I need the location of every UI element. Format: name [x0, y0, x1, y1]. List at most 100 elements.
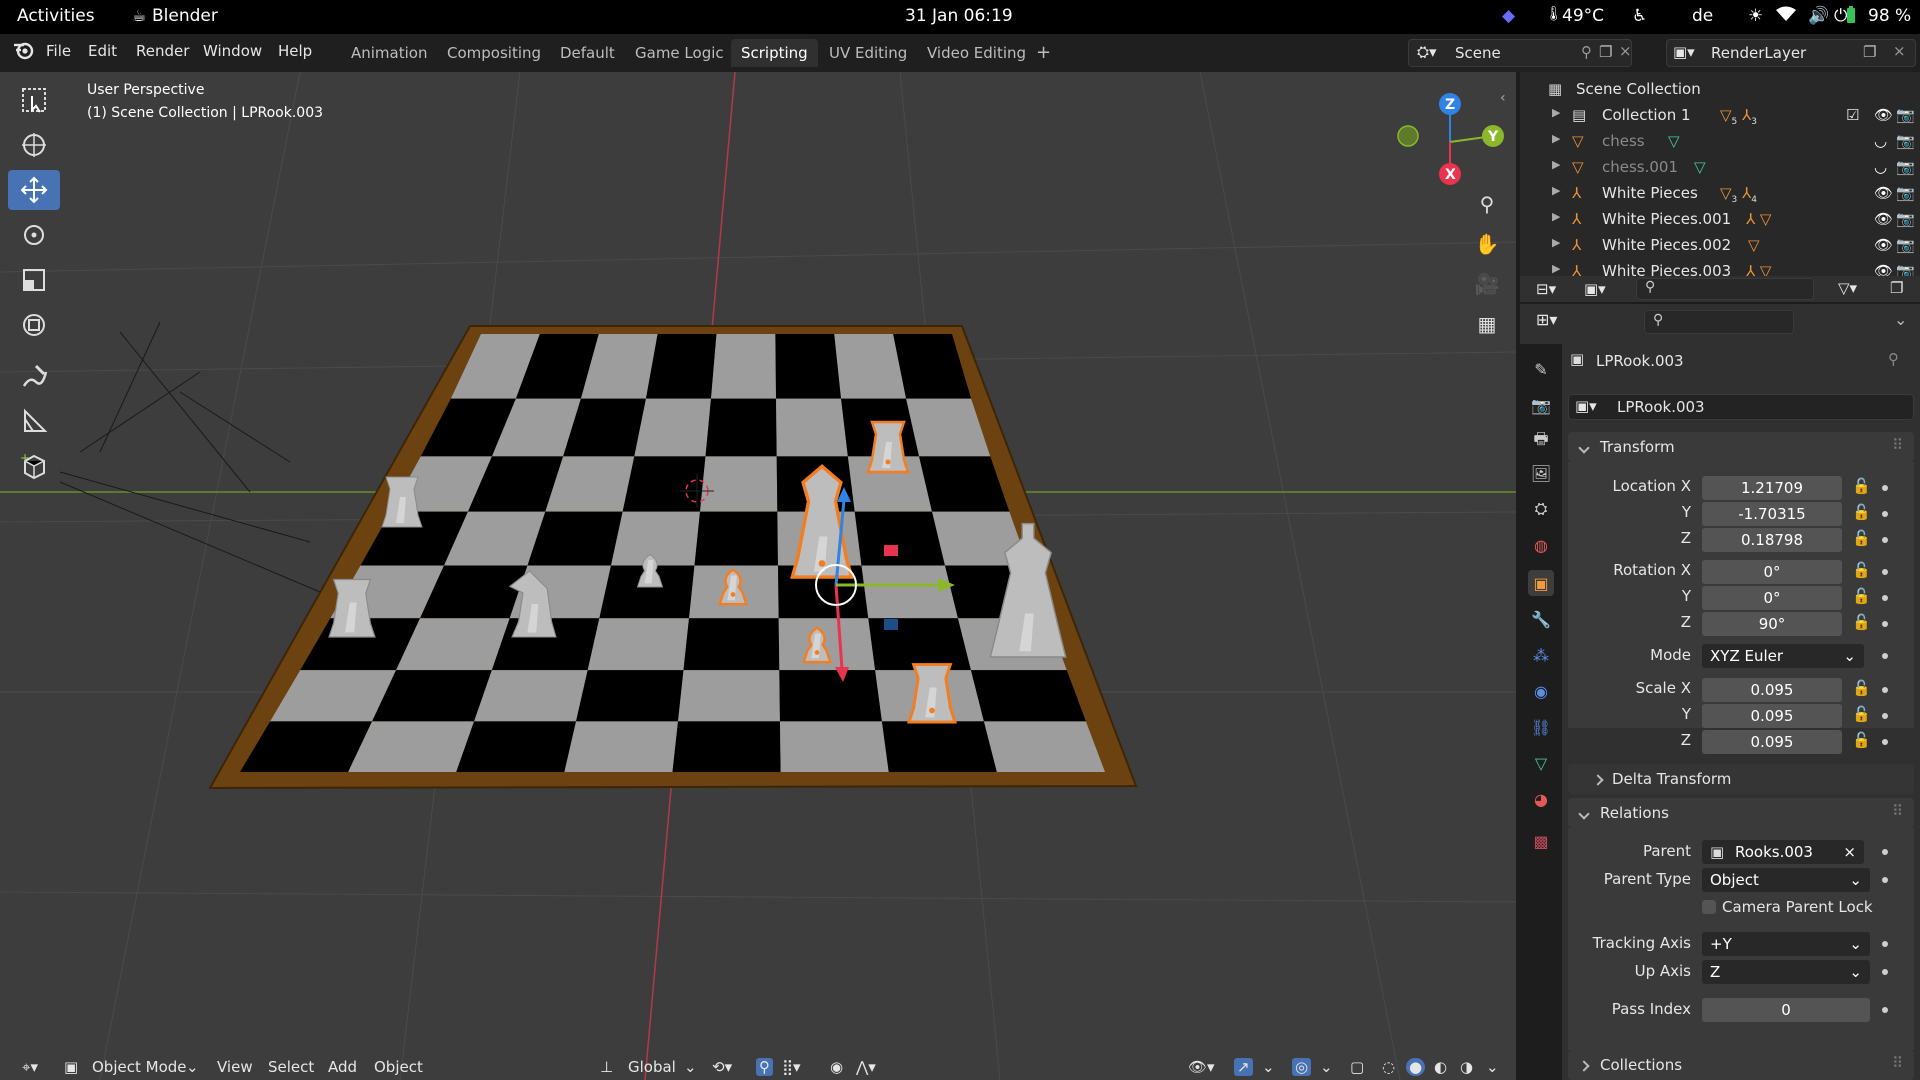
battery-icon[interactable]	[1846, 6, 1856, 29]
visibility-eye-icon[interactable]: 👁	[1874, 184, 1893, 202]
visibility-eye-icon[interactable]: 👁	[1874, 210, 1893, 228]
keyframe-dot[interactable]	[1882, 569, 1888, 575]
tray-app-icon[interactable]: ◆	[1502, 6, 1515, 26]
shading-solid-icon[interactable]: ●	[1406, 1058, 1426, 1076]
menu-add[interactable]: Add	[328, 1058, 357, 1076]
outliner-search-input[interactable]: ⚲	[1636, 278, 1814, 300]
outliner-row-label[interactable]: chess	[1602, 132, 1645, 150]
drag-handle-icon[interactable]: ⠿	[1892, 1054, 1903, 1072]
shading-chevron-icon[interactable]: ⌄	[1486, 1058, 1499, 1076]
outliner-row[interactable]: ▶ ⅄ White Pieces.001 👁 📷 ⅄ ▽	[1520, 206, 1920, 232]
collapse-sidebar-icon[interactable]: ‹	[1500, 90, 1506, 106]
cursor-tool[interactable]	[8, 125, 60, 165]
properties-options-icon[interactable]: ⌄	[1894, 310, 1907, 329]
render-tab-icon[interactable]: 📷	[1528, 392, 1554, 418]
lock-icon[interactable]: 🔓	[1852, 587, 1871, 605]
scale-x-field[interactable]: 0.095	[1702, 678, 1842, 702]
pin-icon[interactable]: ⚲	[1581, 43, 1592, 61]
outliner-row[interactable]: ▶ ⅄ White Pieces.002 👁 📷 ▽	[1520, 232, 1920, 258]
keyframe-dot[interactable]	[1882, 595, 1888, 601]
visibility-eye-icon[interactable]: 👁	[1874, 236, 1893, 254]
snap-toggle-icon[interactable]: ⚲	[756, 1058, 773, 1076]
renderlayer-selector[interactable]: ▣▾ RenderLayer ❐ ×	[1666, 39, 1916, 67]
drag-handle-icon[interactable]: ⠿	[1892, 802, 1903, 820]
keyframe-dot[interactable]	[1882, 653, 1888, 659]
properties-search-input[interactable]: ⚲	[1644, 310, 1794, 334]
tab-game-logic[interactable]: Game Logic	[625, 39, 734, 67]
rotation-x-field[interactable]: 0°	[1702, 560, 1842, 584]
menu-window[interactable]: Window	[203, 42, 262, 60]
transform-panel-header[interactable]: Transform ⠿	[1568, 432, 1914, 462]
pass-index-field[interactable]: 0	[1702, 998, 1870, 1022]
location-z-field[interactable]: 0.18798	[1702, 528, 1842, 552]
tracking-axis-dropdown[interactable]: +Y ⌄	[1702, 932, 1870, 956]
lock-icon[interactable]: 🔓	[1852, 529, 1871, 547]
activities-button[interactable]: Activities	[17, 6, 95, 26]
outliner-row[interactable]: ▶ ▤ Collection 1 👁 📷 ☑ ▽5 ⅄3	[1520, 102, 1920, 128]
add-workspace-button[interactable]: +	[1026, 39, 1061, 67]
outliner-display-mode-icon[interactable]: ⊟▾	[1536, 280, 1556, 298]
render-camera-icon[interactable]: 📷	[1896, 184, 1915, 202]
camera-parent-lock-checkbox[interactable]	[1702, 900, 1716, 914]
tab-compositing[interactable]: Compositing	[437, 39, 551, 67]
lock-icon[interactable]: 🔓	[1852, 705, 1871, 723]
lock-icon[interactable]: 🔓	[1852, 561, 1871, 579]
tab-animation[interactable]: Animation	[341, 39, 437, 67]
rotation-mode-dropdown[interactable]: XYZ Euler ⌄	[1702, 644, 1864, 668]
rook-piece[interactable]	[866, 420, 910, 474]
drag-handle-icon[interactable]: ⠿	[1892, 436, 1903, 454]
tab-scripting[interactable]: Scripting	[731, 39, 818, 67]
measure-tool[interactable]	[8, 401, 60, 441]
3d-viewport[interactable]: + User Perspective (1) Scene Collection …	[0, 72, 1516, 1080]
location-y-field[interactable]: -1.70315	[1702, 502, 1842, 526]
add-cube-tool[interactable]: +	[8, 446, 60, 486]
relations-panel-header[interactable]: Relations ⠿	[1568, 798, 1914, 828]
zoom-icon[interactable]: ⚲	[1470, 192, 1504, 232]
output-tab-icon[interactable]: 🖶	[1528, 428, 1554, 454]
move-tool[interactable]	[8, 170, 60, 210]
material-tab-icon[interactable]: ◕	[1528, 786, 1554, 812]
rook-piece[interactable]	[381, 476, 423, 528]
scale-tool[interactable]	[8, 260, 60, 300]
gizmo-plane-handle-2[interactable]	[884, 619, 898, 630]
new-renderlayer-icon[interactable]: ❐	[1863, 43, 1876, 61]
new-scene-icon[interactable]: ❐	[1599, 43, 1612, 61]
menu-render[interactable]: Render	[136, 42, 189, 60]
location-x-field[interactable]: 1.21709	[1702, 476, 1842, 500]
proportional-edit-icon[interactable]: ◉	[830, 1058, 843, 1076]
orientation-dropdown[interactable]: Global	[628, 1058, 676, 1076]
tab-video-editing[interactable]: Video Editing	[917, 39, 1036, 67]
object-tab-icon[interactable]: ▣	[1528, 570, 1554, 596]
keyframe-dot[interactable]	[1882, 739, 1888, 745]
expand-arrow-icon[interactable]: ▶	[1552, 236, 1560, 249]
expand-arrow-icon[interactable]: ▶	[1552, 158, 1560, 171]
close-renderlayer-icon[interactable]: ×	[1893, 42, 1906, 60]
scene-collection-label[interactable]: Scene Collection	[1576, 80, 1701, 98]
renderlayer-name[interactable]: RenderLayer	[1711, 44, 1806, 62]
render-camera-icon[interactable]: 📷	[1896, 106, 1915, 124]
falloff-icon[interactable]: ⋀▾	[856, 1058, 876, 1076]
keyframe-dot[interactable]	[1882, 511, 1888, 517]
annotate-tool[interactable]	[8, 356, 60, 396]
outliner-filter-view-icon[interactable]: ▣▾	[1584, 280, 1606, 298]
navigation-gizmo[interactable]: Z Y X	[1390, 90, 1514, 200]
expand-arrow-icon[interactable]: ▶	[1552, 262, 1560, 275]
ortho-grid-icon[interactable]: ▦	[1470, 312, 1504, 352]
expand-arrow-icon[interactable]: ▶	[1552, 184, 1560, 197]
keyframe-dot[interactable]	[1882, 713, 1888, 719]
constraints-tab-icon[interactable]: ⛓	[1528, 714, 1554, 740]
outliner-row-label[interactable]: White Pieces.002	[1602, 236, 1731, 254]
keyframe-dot[interactable]	[1882, 621, 1888, 627]
outliner-row-label[interactable]: chess.001	[1602, 158, 1678, 176]
render-camera-icon[interactable]: 📷	[1896, 210, 1915, 228]
menu-file[interactable]: File	[46, 42, 71, 60]
visibility-eye-icon[interactable]: 👁	[1874, 106, 1893, 124]
visibility-icon[interactable]: 👁▾	[1188, 1058, 1215, 1076]
tab-uv-editing[interactable]: UV Editing	[819, 39, 917, 67]
collections-panel-header[interactable]: Collections ⠿	[1568, 1050, 1914, 1080]
new-collection-icon[interactable]: ❐	[1890, 279, 1903, 297]
lock-icon[interactable]: 🔓	[1852, 613, 1871, 631]
exclude-checkbox[interactable]: ☑	[1846, 106, 1859, 124]
visibility-eye-icon[interactable]: ◡	[1874, 158, 1887, 176]
visibility-eye-icon[interactable]: ◡	[1874, 132, 1887, 150]
